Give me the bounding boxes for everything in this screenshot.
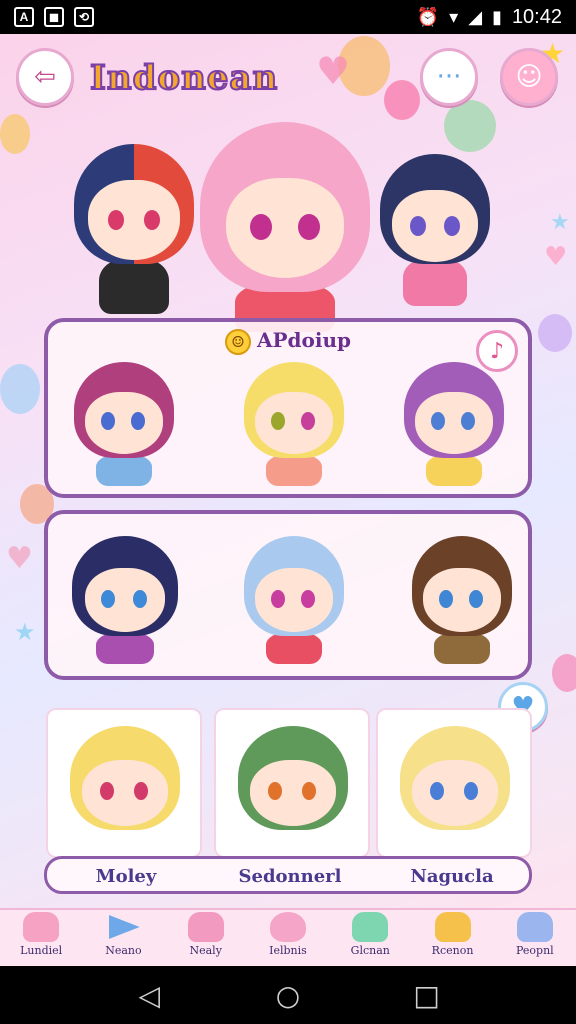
tab-label: Nealy [189, 944, 222, 957]
featured-name: Moley [95, 866, 157, 887]
notification-icon-c: ⟲ [74, 7, 94, 27]
featured-name: Nagucla [410, 866, 494, 887]
main-screen: ♥ ♥ ♥ ★ ★ ★ ⇦ Indonean ··· ☺ ☺ APdoiup ♪… [0, 34, 576, 908]
balloon-decoration [538, 314, 572, 352]
alarm-icon: ⏰ [416, 6, 440, 27]
triangle-tab-icon [109, 915, 140, 939]
tab-lundiel[interactable]: Lundiel [0, 910, 82, 966]
clock: 10:42 [511, 5, 562, 28]
featured-card-sedonnerl[interactable] [214, 708, 370, 858]
character-tab-icon [23, 912, 60, 942]
character-bun-hair-girl [380, 154, 490, 306]
frog-tab-icon [352, 912, 389, 942]
heart-decoration: ♥ [316, 49, 351, 93]
status-bar: A ◼ ⟲ ⏰ ▾ ◢ ▮ 10:42 [0, 0, 576, 34]
character-pink-hair-girl [200, 122, 370, 332]
heart-tab-icon [269, 912, 306, 942]
app-title: Indonean [89, 57, 279, 99]
heart-decoration: ♥ [544, 242, 568, 272]
tab-label: Rcenon [431, 944, 474, 957]
tab-nealy[interactable]: Nealy [165, 910, 247, 966]
featured-card-moley[interactable] [46, 708, 202, 858]
character-panel-top: ☺ APdoiup ♪ [44, 318, 532, 498]
nav-back-button[interactable]: ◁ [129, 979, 169, 1012]
featured-names-bar: Moley Sedonnerl Nagucla [44, 856, 532, 894]
balloon-decoration [552, 654, 576, 692]
notification-icon-b: ◼ [44, 7, 64, 27]
tab-glcnan[interactable]: Glcnan [329, 910, 411, 966]
cat-tab-icon [516, 912, 553, 942]
back-button[interactable]: ⇦ [16, 48, 74, 106]
tab-label: Glcnan [350, 944, 390, 957]
back-arrow-icon: ⇦ [34, 62, 56, 92]
wifi-icon: ▾ [449, 6, 459, 27]
balloon-decoration [0, 114, 30, 154]
smiley-icon: ☺ [515, 62, 543, 92]
smiley-icon: ☺ [224, 328, 251, 355]
panel-title-text: APdoiup [256, 328, 351, 352]
face-tab-icon [187, 912, 224, 942]
tab-neano[interactable]: Neano [82, 910, 164, 966]
balloon-decoration [0, 364, 40, 414]
signal-icon: ◢ [468, 6, 483, 27]
panel-title: ☺ APdoiup [48, 328, 528, 355]
duck-tab-icon [434, 912, 471, 942]
featured-name: Sedonnerl [238, 866, 342, 887]
hero-characters [60, 114, 520, 344]
notification-icons: A ◼ ⟲ [14, 7, 94, 27]
bottom-tab-bar: Lundiel Neano Nealy Ielbnis Glcnan Rceno… [0, 908, 576, 966]
tab-label: Ielbnis [269, 944, 307, 957]
character-fox-boy [74, 144, 194, 314]
nav-home-button[interactable]: ○ [268, 979, 308, 1012]
system-nav-bar: ◁ ○ □ [0, 966, 576, 1024]
tab-ielbnis[interactable]: Ielbnis [247, 910, 329, 966]
music-note-icon: ♪ [489, 338, 505, 364]
star-decoration: ★ [550, 210, 570, 235]
chat-button[interactable]: ··· [420, 48, 478, 106]
character-panel-middle [44, 510, 532, 680]
emoji-button[interactable]: ☺ [500, 48, 558, 106]
battery-icon: ▮ [492, 6, 502, 27]
star-decoration: ★ [14, 618, 36, 646]
tab-peopnl[interactable]: Peopnl [494, 910, 576, 966]
tab-label: Lundiel [20, 944, 63, 957]
notification-icon-a: A [14, 7, 34, 27]
tab-rcenon[interactable]: Rcenon [411, 910, 493, 966]
chat-bubble-icon: ··· [436, 62, 462, 92]
heart-decoration: ♥ [6, 541, 33, 576]
tab-label: Peopnl [515, 944, 554, 957]
featured-card-nagucla[interactable] [376, 708, 532, 858]
nav-recents-button[interactable]: □ [407, 979, 447, 1012]
tab-label: Neano [105, 944, 142, 957]
